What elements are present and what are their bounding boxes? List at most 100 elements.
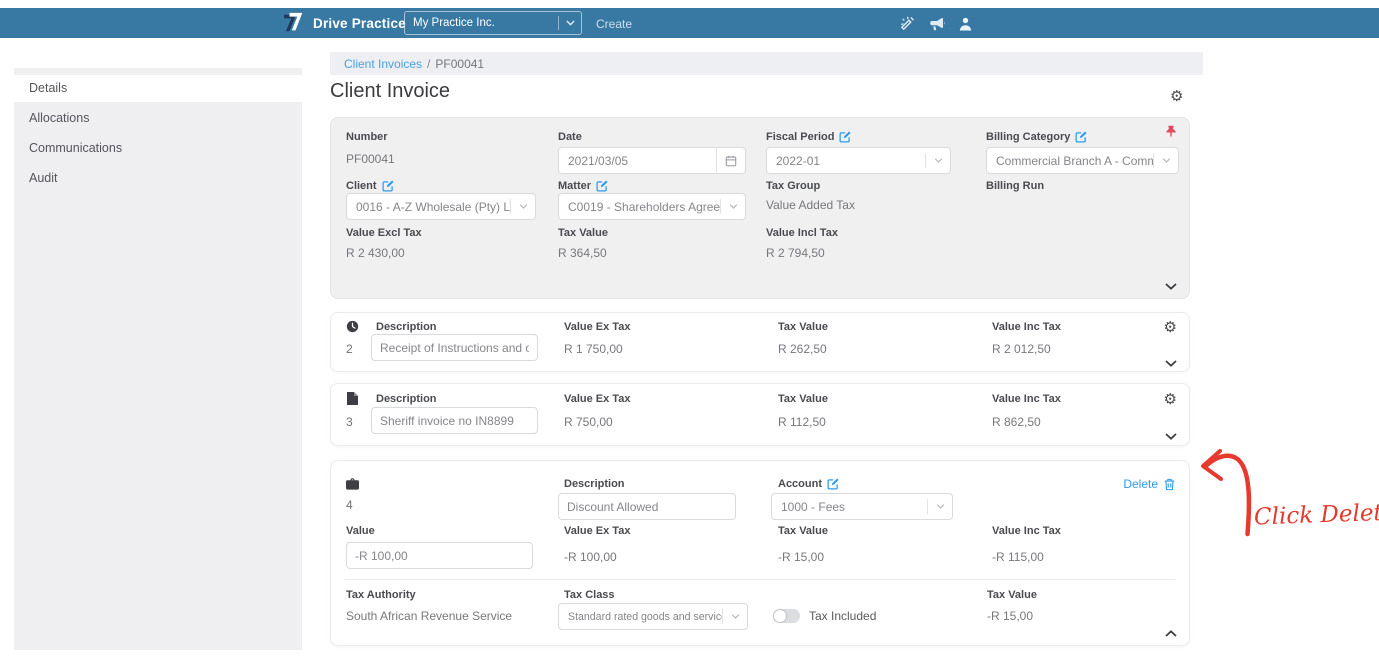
value-ex-tax: -R 100,00: [564, 550, 617, 564]
value-ex-tax: R 750,00: [564, 415, 613, 429]
sidebar-item-allocations[interactable]: Allocations: [14, 105, 302, 132]
edit-icon: [382, 180, 394, 192]
clock-icon: [346, 320, 359, 338]
value-inc-tax: R 2 012,50: [992, 342, 1051, 356]
sidebar: Details Allocations Communications Audit: [14, 68, 302, 650]
chevron-down-icon: [558, 16, 581, 30]
value-inc-tax-label: Value Inc Tax: [992, 525, 1061, 537]
value-excl-tax: R 2 430,00: [346, 246, 405, 260]
collapse-chevron-down-icon[interactable]: [1165, 360, 1177, 367]
magic-wand-icon[interactable]: [900, 16, 915, 36]
description-label: Description: [376, 393, 437, 405]
document-icon: [347, 392, 358, 410]
number-label: Number: [346, 131, 388, 143]
breadcrumb-separator: /: [427, 56, 431, 71]
tax-included-toggle[interactable]: [773, 609, 800, 623]
tax-value: -R 15,00: [987, 609, 1034, 623]
value-inc-tax-label: Value Inc Tax: [992, 321, 1061, 333]
tax-value-label: Tax Value: [778, 525, 828, 537]
account-select[interactable]: 1000 - Fees: [771, 493, 953, 520]
chevron-down-icon: [722, 609, 747, 624]
description-label: Description: [376, 321, 437, 333]
chevron-down-icon: [927, 499, 952, 514]
date-label: Date: [558, 131, 582, 143]
top-navbar: Drive Practice My Practice Inc. Create: [0, 8, 1379, 38]
create-menu[interactable]: Create: [596, 17, 632, 31]
sidebar-item-communications[interactable]: Communications: [14, 135, 302, 162]
description-input[interactable]: [371, 334, 538, 361]
fiscal-period-label: Fiscal Period: [766, 131, 852, 143]
breadcrumb-link-client-invoices[interactable]: Client Invoices: [344, 57, 422, 71]
tax-value: -R 15,00: [778, 550, 825, 564]
practice-selector[interactable]: My Practice Inc.: [404, 11, 582, 35]
value-excl-tax-label: Value Excl Tax: [346, 227, 422, 239]
value-ex-tax-label: Value Ex Tax: [564, 393, 631, 405]
tax-value: R 262,50: [778, 342, 827, 356]
value-input[interactable]: [346, 542, 533, 569]
collapse-chevron-up-icon[interactable]: [1165, 630, 1177, 637]
value-ex-tax: R 1 750,00: [564, 342, 623, 356]
sidebar-item-details[interactable]: Details: [14, 75, 302, 102]
value-incl-tax: R 2 794,50: [766, 246, 825, 260]
row-number: 3: [346, 415, 353, 429]
app-window: Drive Practice My Practice Inc. Create D…: [0, 0, 1379, 669]
tax-value-label: Tax Value: [778, 321, 828, 333]
row-number: 4: [346, 498, 353, 512]
description-input[interactable]: [371, 407, 538, 434]
tax-authority-label: Tax Authority: [346, 589, 416, 601]
row-number: 2: [346, 342, 353, 356]
value-ex-tax-label: Value Ex Tax: [564, 321, 631, 333]
tax-value: R 112,50: [778, 415, 826, 429]
brand-name: Drive Practice: [313, 16, 406, 31]
item-settings-gear-icon[interactable]: ⚙: [1164, 320, 1177, 335]
breadcrumb: Client Invoices / PF00041: [330, 52, 1203, 75]
chevron-down-icon: [1153, 153, 1178, 168]
tax-value-label: Tax Value: [987, 589, 1037, 601]
description-label: Description: [564, 478, 625, 490]
calendar-icon[interactable]: [716, 148, 745, 173]
page-settings-gear-icon[interactable]: ⚙: [1170, 89, 1183, 104]
megaphone-icon[interactable]: [929, 17, 945, 36]
trash-icon: [1164, 478, 1175, 490]
annotation-arrow: [1201, 449, 1252, 537]
collapse-chevron-down-icon[interactable]: [1165, 283, 1177, 290]
user-icon[interactable]: [959, 17, 972, 36]
matter-select[interactable]: C0019 - Shareholders Agreement: A...: [558, 193, 746, 220]
chevron-down-icon: [510, 199, 535, 214]
line-item-card-2: Description Value Ex Tax Tax Value Value…: [330, 312, 1190, 372]
edit-icon: [596, 180, 608, 192]
invoice-summary-card: Number Date Fiscal Period Billing Catego…: [330, 117, 1190, 299]
section-divider: [345, 579, 1175, 580]
tax-included-label: Tax Included: [809, 609, 877, 623]
page-title: Client Invoice: [330, 80, 451, 102]
drive-practice-logo-icon: [283, 12, 307, 39]
value-inc-tax: -R 115,00: [992, 550, 1044, 564]
value-label: Value: [346, 525, 375, 537]
chevron-down-icon: [925, 153, 950, 168]
tax-value: R 364,50: [558, 246, 607, 260]
collapse-chevron-down-icon[interactable]: [1165, 433, 1177, 440]
invoice-number-value: PF00041: [346, 152, 395, 166]
breadcrumb-current: PF00041: [435, 56, 485, 71]
client-select[interactable]: 0016 - A-Z Wholesale (Pty) Ltd: [346, 193, 536, 220]
sidebar-item-audit[interactable]: Audit: [14, 165, 302, 192]
billing-run-label: Billing Run: [986, 180, 1045, 192]
account-label: Account: [778, 478, 839, 490]
line-item-card-3: Description Value Ex Tax Tax Value Value…: [330, 383, 1190, 446]
value-ex-tax-label: Value Ex Tax: [564, 525, 631, 537]
value-inc-tax: R 862,50: [992, 415, 1041, 429]
annotation-text: Click Delete: [1253, 499, 1379, 531]
tax-class-select[interactable]: Standard rated goods and services -...: [558, 603, 748, 630]
item-settings-gear-icon[interactable]: ⚙: [1164, 392, 1177, 407]
tax-class-label: Tax Class: [564, 589, 615, 601]
fiscal-period-select[interactable]: 2022-01: [766, 147, 951, 174]
date-input[interactable]: 2021/03/05: [558, 147, 746, 174]
adjustment-item-card: 4 Description Account 1000 - Fees Delete…: [330, 460, 1190, 646]
description-input[interactable]: [558, 493, 736, 520]
billing-category-select[interactable]: Commercial Branch A - Commercial ...: [986, 147, 1179, 174]
edit-icon: [1075, 131, 1087, 143]
tax-value-label: Tax Value: [558, 227, 608, 239]
edit-icon: [827, 478, 839, 490]
delete-button[interactable]: Delete: [1123, 477, 1175, 491]
pin-icon[interactable]: [1165, 125, 1177, 143]
